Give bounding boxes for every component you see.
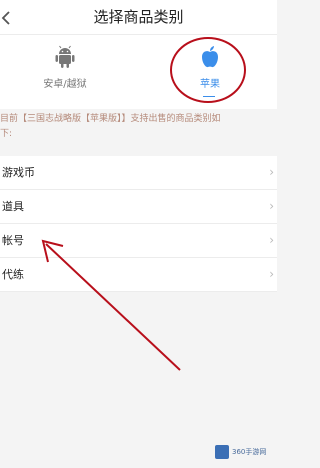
notice-line-1: 目前【三国志战略版【苹果版】】支持出售的商品类别如 <box>0 114 221 124</box>
list-item-label: 道具 <box>2 200 24 213</box>
annotation-circle <box>170 37 246 103</box>
tab-apple[interactable]: 苹果 <box>170 35 250 109</box>
category-list: 游戏币 › 道具 › 帐号 › 代练 › <box>0 156 277 292</box>
watermark: 360手游网 <box>215 444 269 460</box>
chevron-right-icon: › <box>269 267 274 281</box>
page-title: 选择商品类别 <box>93 8 184 26</box>
chevron-right-icon: › <box>269 233 274 247</box>
header: 选择商品类别 <box>0 0 277 34</box>
chevron-right-icon: › <box>269 165 274 179</box>
watermark-logo-icon <box>215 445 229 459</box>
list-item-game-currency[interactable]: 游戏币 › <box>0 156 277 190</box>
list-item-label: 代练 <box>2 268 24 281</box>
notice-line-2: 下: <box>0 129 13 139</box>
list-item-account[interactable]: 帐号 › <box>0 224 277 258</box>
category-tabs: 安卓/越狱 苹果 <box>0 34 277 109</box>
watermark-text: 360手游网 <box>232 448 267 456</box>
list-item-boosting[interactable]: 代练 › <box>0 258 277 292</box>
chevron-right-icon: › <box>269 199 274 213</box>
android-icon <box>55 45 75 68</box>
list-item-label: 游戏币 <box>2 166 35 179</box>
list-item-label: 帐号 <box>2 234 24 247</box>
category-notice: 目前【三国志战略版【苹果版】】支持出售的商品类别如 下: <box>0 110 277 152</box>
tab-label-android: 安卓/越狱 <box>43 79 87 90</box>
list-item-items[interactable]: 道具 › <box>0 190 277 224</box>
tab-android-jailbreak[interactable]: 安卓/越狱 <box>20 35 110 109</box>
